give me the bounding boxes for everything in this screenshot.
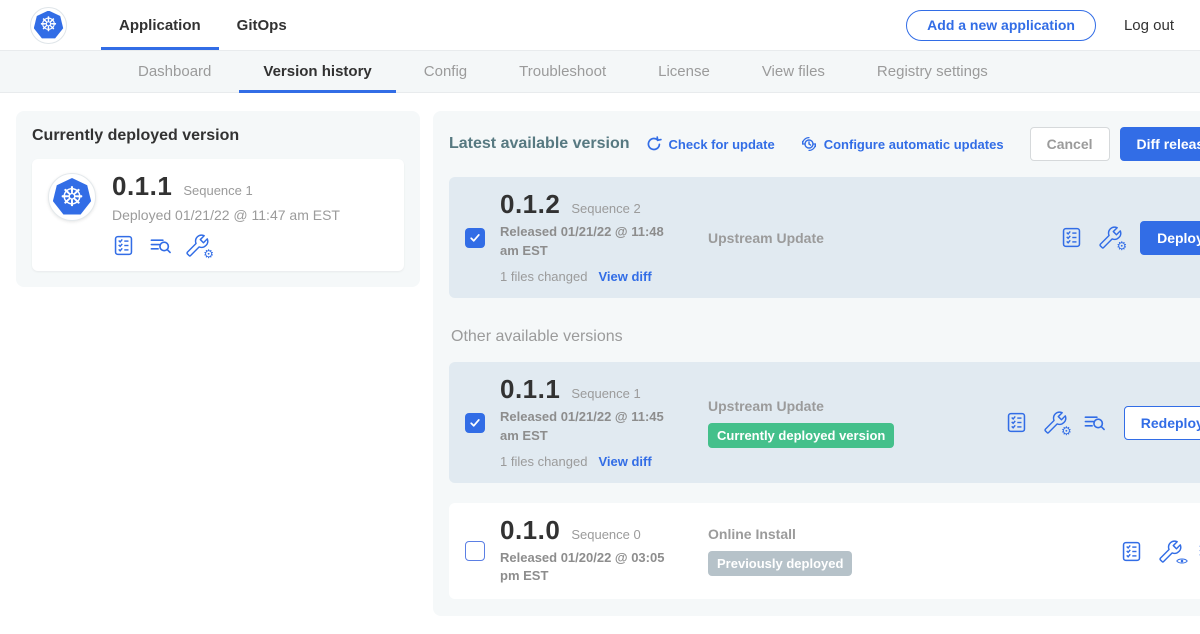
kubernetes-wheel-icon: ☸ [53,178,92,216]
subtab-registry-settings[interactable]: Registry settings [851,51,1014,92]
view-config-icon[interactable] [1159,540,1182,563]
version-row-0-1-2: 0.1.2 Sequence 2 Released 01/21/22 @ 11:… [449,177,1200,298]
version-number: 0.1.1 [500,376,560,402]
currently-deployed-badge: Currently deployed version [708,423,894,448]
version-number: 0.1.0 [500,517,560,543]
gear-icon: ⚙ [1116,240,1127,252]
previously-deployed-badge: Previously deployed [708,551,852,576]
gear-icon: ⚙ [203,248,214,260]
edit-config-icon[interactable]: ⚙ [186,234,209,257]
subtab-version-history[interactable]: Version history [237,51,397,92]
version-checkbox[interactable] [465,228,485,248]
app-icon: ☸ [48,173,96,221]
preflight-checklist-icon[interactable] [1005,411,1028,434]
configure-updates-label: Configure automatic updates [824,137,1004,152]
version-checkbox[interactable] [465,413,485,433]
main-content: Currently deployed version ☸ 0.1.1 Seque… [0,93,1200,616]
logout-link[interactable]: Log out [1124,17,1174,34]
clock-refresh-icon [801,136,817,152]
preflight-checklist-icon[interactable] [1060,226,1083,249]
version-row-0-1-1: 0.1.1 Sequence 1 Released 01/21/22 @ 11:… [449,362,1200,483]
top-nav-tabs: Application GitOps [101,0,305,50]
version-source: Online Install [708,526,1120,542]
deployed-timestamp: Deployed 01/21/22 @ 11:47 am EST [112,207,340,223]
kubernetes-wheel-icon: ☸ [34,11,64,40]
deploy-button[interactable]: Deploy [1140,221,1200,255]
top-nav: ☸ Application GitOps Add a new applicati… [0,0,1200,50]
released-timestamp: Released 01/21/22 @ 11:48 am EST [500,223,686,259]
version-checkbox[interactable] [465,541,485,561]
check-for-update-link[interactable]: Check for update [646,136,775,152]
kubernetes-logo: ☸ [30,7,67,44]
released-timestamp: Released 01/21/22 @ 11:45 am EST [500,408,686,444]
preflight-checklist-icon[interactable] [112,234,135,257]
version-row-0-1-0: 0.1.0 Sequence 0 Released 01/20/22 @ 03:… [449,503,1200,599]
eye-icon [1176,557,1188,565]
subtab-license[interactable]: License [632,51,736,92]
subtab-view-files[interactable]: View files [736,51,851,92]
deployed-sequence-label: Sequence 1 [183,183,252,198]
view-diff-link[interactable]: View diff [598,269,651,284]
check-for-update-label: Check for update [669,137,775,152]
deployed-version-number: 0.1.1 [112,173,172,199]
redeploy-button[interactable]: Redeploy [1124,406,1200,440]
deployed-version-tile: ☸ 0.1.1 Sequence 1 Deployed 01/21/22 @ 1… [32,159,404,271]
edit-config-icon[interactable]: ⚙ [1044,411,1067,434]
released-timestamp: Released 01/20/22 @ 03:05 pm EST [500,549,686,585]
checkmark-icon [468,231,482,245]
cancel-button[interactable]: Cancel [1030,127,1110,161]
tab-gitops[interactable]: GitOps [219,0,305,50]
preflight-checklist-icon[interactable] [1120,540,1143,563]
deploy-logs-icon[interactable] [1083,411,1106,434]
diff-releases-button[interactable]: Diff releases [1120,127,1200,161]
version-number: 0.1.2 [500,191,560,217]
currently-deployed-card: Currently deployed version ☸ 0.1.1 Seque… [16,111,420,287]
other-versions-label: Other available versions [451,328,1200,346]
subtab-troubleshoot[interactable]: Troubleshoot [493,51,632,92]
subtab-config[interactable]: Config [398,51,493,92]
refresh-icon [646,136,662,152]
configure-automatic-updates-link[interactable]: Configure automatic updates [801,136,1004,152]
available-versions-panel: Latest available version Check for updat… [433,111,1200,616]
version-source: Upstream Update [708,230,1060,246]
gear-icon: ⚙ [1061,425,1072,437]
sequence-label: Sequence 2 [571,201,640,216]
panel-title: Latest available version [449,135,630,153]
edit-config-icon[interactable]: ⚙ [1099,226,1122,249]
checkmark-icon [468,416,482,430]
add-application-button[interactable]: Add a new application [906,10,1096,41]
deployed-card-title: Currently deployed version [32,127,404,145]
app-sub-nav: Dashboard Version history Config Trouble… [0,50,1200,93]
sequence-label: Sequence 0 [571,527,640,542]
files-changed-label: 1 files changed [500,269,587,284]
tab-application[interactable]: Application [101,0,219,50]
sequence-label: Sequence 1 [571,386,640,401]
subtab-dashboard[interactable]: Dashboard [112,51,237,92]
deploy-logs-icon[interactable] [149,234,172,257]
view-diff-link[interactable]: View diff [598,454,651,469]
files-changed-label: 1 files changed [500,454,587,469]
version-source: Upstream Update [708,398,1005,414]
